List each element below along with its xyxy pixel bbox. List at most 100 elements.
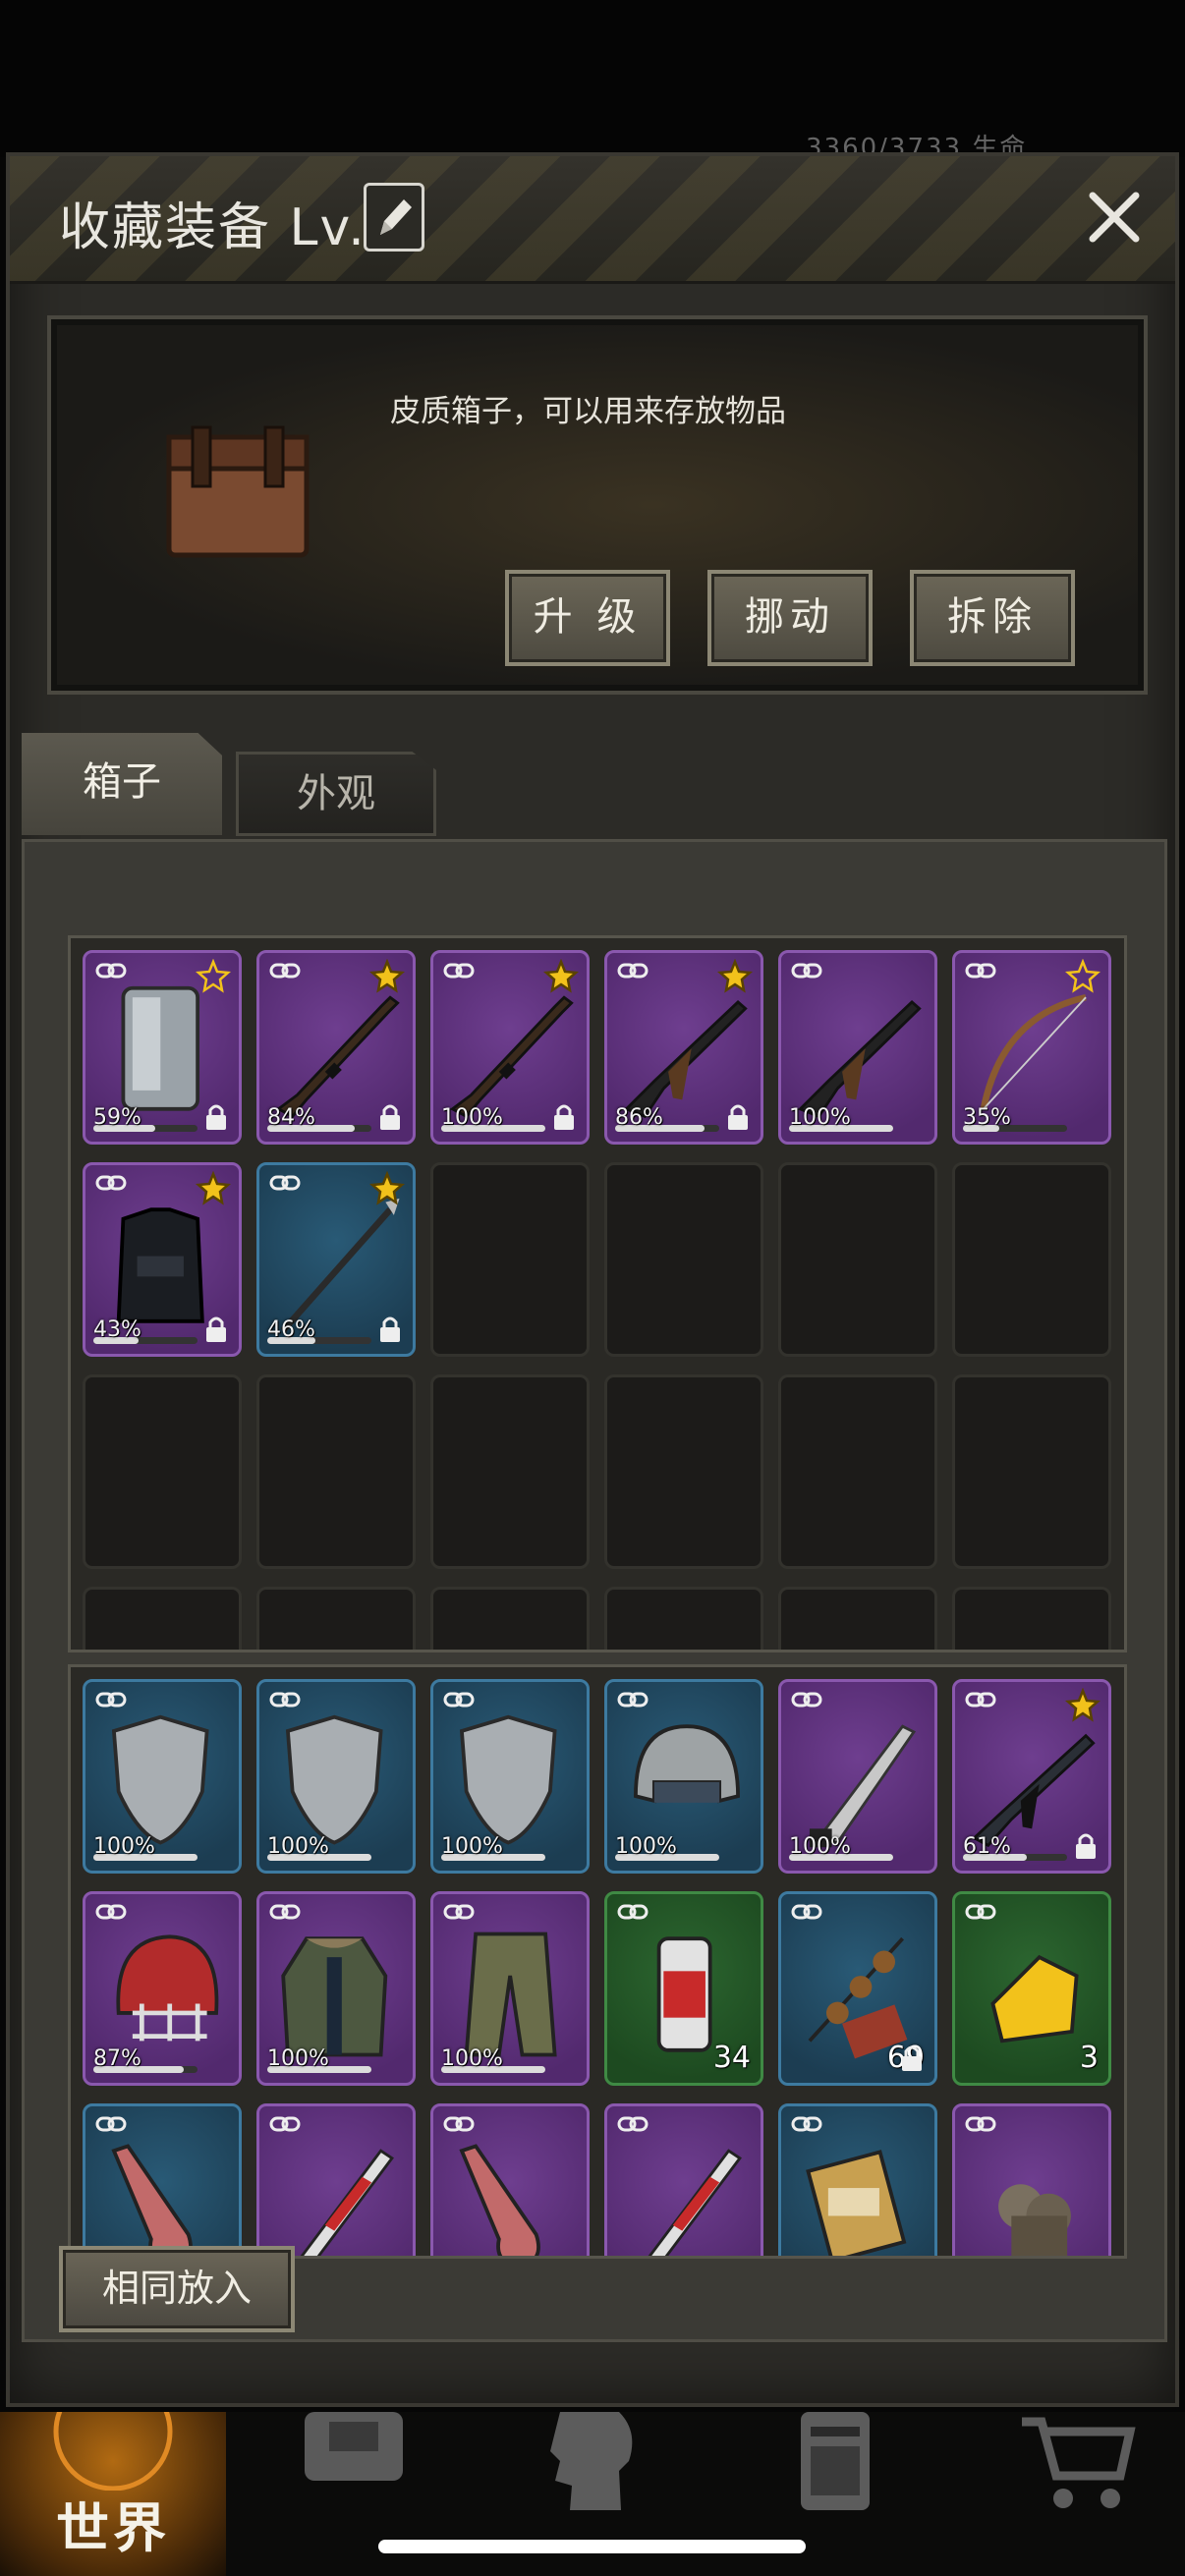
link-icon bbox=[617, 2116, 649, 2132]
nav-world[interactable]: 世界 bbox=[0, 2412, 226, 2576]
close-icon bbox=[1089, 192, 1140, 243]
item-slot-shield[interactable]: 100% bbox=[256, 1679, 416, 1874]
put-same-button[interactable]: 相同放入 bbox=[59, 2246, 295, 2332]
pencil-icon bbox=[380, 199, 412, 235]
item-slot-syringe[interactable] bbox=[256, 2103, 416, 2256]
item-slot-shield[interactable]: 100% bbox=[430, 1679, 590, 1874]
leather-box-icon bbox=[166, 425, 310, 558]
empty-slot bbox=[778, 1162, 937, 1357]
empty-slot bbox=[256, 1587, 416, 1650]
move-button[interactable]: 挪动 bbox=[707, 570, 873, 666]
durability-text: 35% bbox=[963, 1105, 1011, 1130]
item-slot-gloves[interactable] bbox=[952, 2103, 1111, 2256]
home-indicator bbox=[378, 2540, 806, 2553]
item-slot-m16-rifle[interactable]: 61% bbox=[952, 1679, 1111, 1874]
link-icon bbox=[443, 963, 475, 979]
item-slot-cargo-pants[interactable]: 100% bbox=[430, 1891, 590, 2086]
item-slot-helmet[interactable]: 100% bbox=[604, 1679, 763, 1874]
empty-slot bbox=[778, 1587, 937, 1650]
lock-icon bbox=[1076, 1833, 1096, 1859]
durability-text: 43% bbox=[93, 1317, 141, 1342]
item-slot-battery-pack[interactable] bbox=[778, 2103, 937, 2256]
link-icon bbox=[791, 963, 822, 979]
durability-text: 46% bbox=[267, 1317, 315, 1342]
empty-slot bbox=[430, 1162, 590, 1357]
lock-icon bbox=[206, 1104, 226, 1130]
star-icon[interactable] bbox=[369, 959, 405, 994]
nav-shop[interactable] bbox=[963, 2412, 1185, 2576]
durability-text: 100% bbox=[93, 1834, 155, 1859]
empty-slot bbox=[952, 1587, 1111, 1650]
empty-slot bbox=[430, 1587, 590, 1650]
star-icon[interactable] bbox=[1065, 959, 1100, 994]
durability-text: 100% bbox=[441, 1105, 503, 1130]
link-icon bbox=[617, 1692, 649, 1708]
meat-leg-icon bbox=[459, 2144, 540, 2256]
edit-name-button[interactable] bbox=[364, 183, 424, 252]
empty-slot bbox=[604, 1587, 763, 1650]
item-slot-rifle[interactable]: 100% bbox=[430, 950, 590, 1145]
storage-dialog: 收藏装备 Lv.3 皮质箱子，可以用来存放物品 升 级 挪动 拆除 箱子 外观 … bbox=[6, 152, 1179, 2407]
close-button[interactable] bbox=[1075, 178, 1154, 256]
item-slot-cheese[interactable]: 3 bbox=[952, 1891, 1111, 2086]
meat-leg-icon bbox=[111, 2144, 193, 2256]
upgrade-button[interactable]: 升 级 bbox=[505, 570, 670, 666]
demolish-button[interactable]: 拆除 bbox=[910, 570, 1075, 666]
item-slot-rifle[interactable]: 84% bbox=[256, 950, 416, 1145]
link-icon bbox=[443, 1904, 475, 1920]
quantity-text: 3 bbox=[1079, 2041, 1099, 2075]
lock-icon bbox=[206, 1316, 226, 1342]
lock-icon bbox=[380, 1104, 400, 1130]
durability-text: 87% bbox=[93, 2046, 141, 2071]
item-slot-riot-shield[interactable]: 59% bbox=[83, 950, 242, 1145]
item-slot-meat-leg[interactable] bbox=[83, 2103, 242, 2256]
item-slot-machete[interactable]: 100% bbox=[778, 1679, 937, 1874]
star-icon[interactable] bbox=[196, 1171, 231, 1206]
gloves-icon bbox=[998, 2184, 1071, 2256]
durability-text: 100% bbox=[267, 1834, 329, 1859]
item-description: 皮质箱子，可以用来存放物品 bbox=[390, 394, 786, 429]
link-icon bbox=[965, 963, 996, 979]
link-icon bbox=[95, 1904, 127, 1920]
item-slot-spear[interactable]: 46% bbox=[256, 1162, 416, 1357]
item-slot-assault-rifle[interactable]: 86% bbox=[604, 950, 763, 1145]
lock-icon bbox=[380, 1316, 400, 1342]
dialog-title: 收藏装备 Lv.3 bbox=[59, 198, 401, 257]
link-icon bbox=[269, 2116, 301, 2132]
link-icon bbox=[965, 2116, 996, 2132]
empty-slot bbox=[604, 1374, 763, 1569]
link-icon bbox=[965, 1904, 996, 1920]
star-icon[interactable] bbox=[717, 959, 753, 994]
item-slot-assault-rifle[interactable]: 100% bbox=[778, 950, 937, 1145]
cart-icon bbox=[1022, 2417, 1136, 2508]
item-slot-syringe[interactable] bbox=[604, 2103, 763, 2256]
item-info-box: 皮质箱子，可以用来存放物品 升 级 挪动 拆除 bbox=[47, 315, 1148, 695]
item-slot-bow[interactable]: 35% bbox=[952, 950, 1111, 1145]
link-icon bbox=[791, 2116, 822, 2132]
item-slot-meat-leg[interactable] bbox=[430, 2103, 590, 2256]
tab-appearance[interactable]: 外观 bbox=[236, 752, 436, 836]
tab-box[interactable]: 箱子 bbox=[22, 733, 222, 835]
empty-slot bbox=[430, 1374, 590, 1569]
star-icon[interactable] bbox=[1065, 1688, 1100, 1723]
empty-slot bbox=[952, 1374, 1111, 1569]
item-slot-beer-can[interactable]: 34 bbox=[604, 1891, 763, 2086]
item-slot-police-vest[interactable]: 43% bbox=[83, 1162, 242, 1357]
link-icon bbox=[443, 2116, 475, 2132]
item-slot-football-helmet[interactable]: 87% bbox=[83, 1891, 242, 2086]
link-icon bbox=[95, 1692, 127, 1708]
star-icon[interactable] bbox=[369, 1171, 405, 1206]
durability-text: 59% bbox=[93, 1105, 141, 1130]
backpack-icon bbox=[305, 2412, 403, 2481]
durability-text: 100% bbox=[441, 2046, 503, 2071]
lock-icon bbox=[554, 1104, 574, 1130]
star-icon[interactable] bbox=[196, 959, 231, 994]
star-icon[interactable] bbox=[543, 959, 579, 994]
link-icon bbox=[791, 1692, 822, 1708]
link-icon bbox=[617, 963, 649, 979]
item-slot-shield[interactable]: 100% bbox=[83, 1679, 242, 1874]
item-slot-winter-coat[interactable]: 100% bbox=[256, 1891, 416, 2086]
item-slot-meat-skewers[interactable]: 69 bbox=[778, 1891, 937, 2086]
link-icon bbox=[95, 1175, 127, 1191]
durability-text: 61% bbox=[963, 1834, 1011, 1859]
